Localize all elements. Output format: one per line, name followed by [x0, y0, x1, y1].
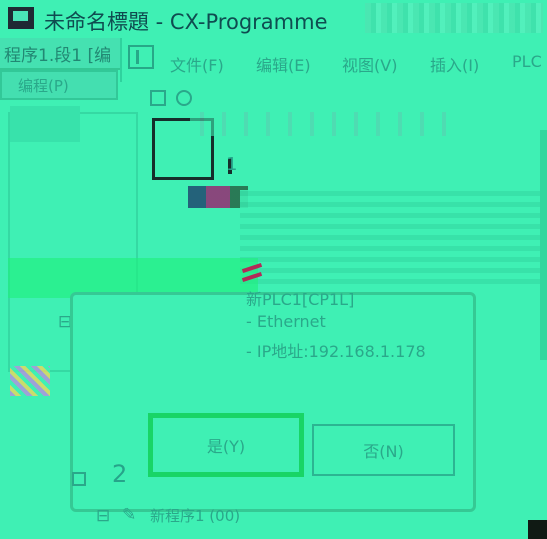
artifact-block	[10, 106, 80, 142]
menu-view[interactable]: 视图(V)	[342, 52, 397, 76]
step-annotation-1: 1	[226, 154, 238, 175]
connection-icon	[240, 262, 264, 284]
window-title: 未命名標題 - CX-Programme	[44, 10, 328, 34]
resize-corner	[528, 520, 547, 539]
menu-insert[interactable]: 插入(I)	[430, 52, 479, 76]
step-annotation-2: 2	[112, 460, 128, 488]
collapse-icon[interactable]: ⊟	[96, 506, 110, 526]
collapse-icon[interactable]	[72, 472, 86, 486]
open-icon[interactable]	[176, 90, 192, 106]
menu-plc[interactable]: PLC	[512, 52, 542, 71]
dialog-info-ip: - IP地址:192.168.1.178	[246, 342, 426, 361]
yes-button[interactable]: 是(Y)	[148, 413, 304, 477]
app-icon	[8, 7, 34, 29]
dialog-info-plc: 新PLC1[CP1L]	[246, 290, 355, 309]
menu-edit[interactable]: 编辑(E)	[256, 52, 311, 76]
program-icon: ✎	[122, 505, 137, 525]
tree-node-program[interactable]: 新程序1 (00)	[150, 505, 240, 526]
programming-tab-label: 编程(P)	[18, 77, 69, 95]
no-button[interactable]: 否(N)	[312, 424, 455, 476]
title-bar-controls	[365, 3, 543, 33]
scrollbar[interactable]	[540, 130, 547, 360]
new-file-icon[interactable]	[150, 90, 166, 106]
artifact-block	[10, 366, 50, 396]
artifact-block	[240, 190, 547, 290]
artifact-block	[188, 186, 248, 208]
subwindow-tab-label: 程序1.段1 [编	[4, 46, 112, 66]
artifact-block	[190, 112, 450, 136]
menu-file[interactable]: 文件(F)	[170, 52, 224, 76]
dialog-info-ethernet: - Ethernet	[246, 312, 326, 331]
document-icon[interactable]	[128, 45, 154, 69]
